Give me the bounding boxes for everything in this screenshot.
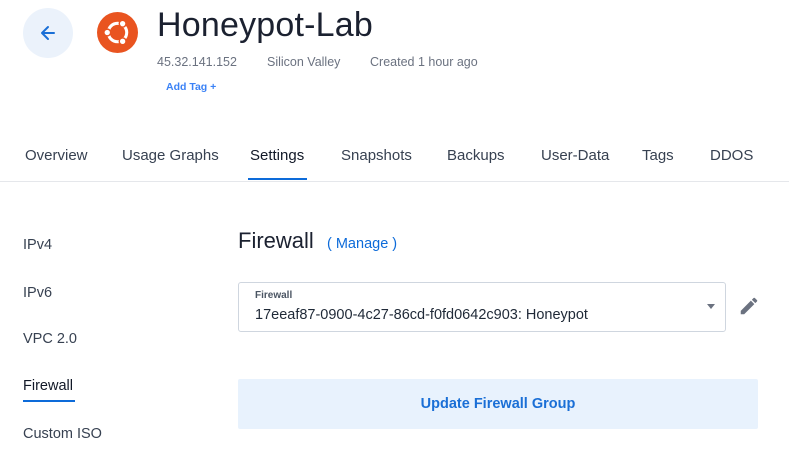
tab-snapshots[interactable]: Snapshots — [341, 147, 412, 164]
back-button[interactable] — [23, 8, 73, 58]
active-tab-indicator — [248, 178, 307, 180]
firewall-select-label: Firewall — [255, 290, 293, 301]
tab-user-data[interactable]: User-Data — [541, 147, 609, 164]
page-title: Honeypot-Lab — [157, 6, 373, 44]
ubuntu-logo-icon — [97, 12, 138, 53]
tab-overview[interactable]: Overview — [25, 147, 88, 164]
tab-bar: Overview Usage Graphs Settings Snapshots… — [0, 135, 789, 182]
ip-address: 45.32.141.152 — [157, 55, 237, 69]
location-label: Silicon Valley — [267, 55, 341, 69]
tab-settings[interactable]: Settings — [250, 147, 304, 164]
active-sidebar-indicator — [23, 400, 75, 402]
manage-link[interactable]: ( Manage ) — [327, 236, 397, 252]
firewall-select[interactable]: Firewall 17eeaf87-0900-4c27-86cd-f0fd064… — [238, 282, 726, 332]
firewall-select-value: 17eeaf87-0900-4c27-86cd-f0fd0642c903: Ho… — [255, 307, 588, 323]
tab-backups[interactable]: Backups — [447, 147, 505, 164]
tab-usage-graphs[interactable]: Usage Graphs — [122, 147, 219, 164]
section-title: Firewall — [238, 228, 314, 253]
pencil-icon[interactable] — [738, 295, 760, 317]
update-firewall-button[interactable]: Update Firewall Group — [238, 379, 758, 429]
created-label: Created 1 hour ago — [370, 55, 478, 69]
sidebar-item-firewall[interactable]: Firewall — [23, 378, 73, 394]
add-tag-link[interactable]: Add Tag + — [166, 81, 216, 93]
sidebar-item-custom-iso[interactable]: Custom ISO — [23, 426, 102, 442]
caret-down-icon — [707, 304, 715, 309]
tab-ddos[interactable]: DDOS — [710, 147, 753, 164]
sidebar-item-vpc[interactable]: VPC 2.0 — [23, 331, 77, 347]
sidebar-item-ipv6[interactable]: IPv6 — [23, 285, 52, 301]
arrow-left-icon — [41, 26, 55, 40]
tab-tags[interactable]: Tags — [642, 147, 674, 164]
sidebar-item-ipv4[interactable]: IPv4 — [23, 237, 52, 253]
